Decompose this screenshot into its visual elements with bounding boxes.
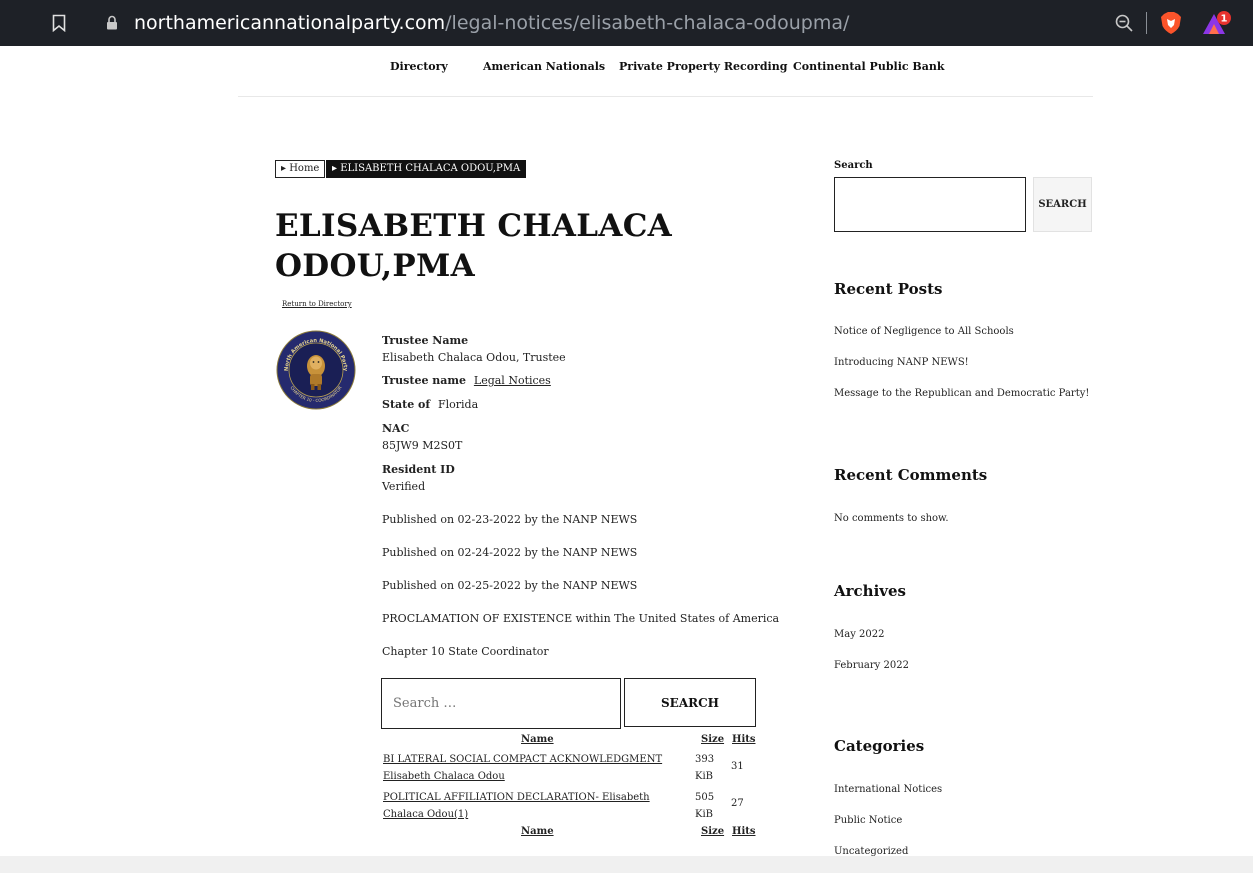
archives-heading: Archives: [834, 582, 906, 600]
address-bar[interactable]: northamericannationalparty.com/legal-not…: [134, 10, 849, 36]
file-size-2: 505 KiB: [695, 792, 715, 820]
file-hits-2: 27: [731, 798, 744, 809]
rewards-badge: 1: [1221, 14, 1228, 25]
bookmark-icon[interactable]: [52, 14, 66, 32]
browser-toolbar: northamericannationalparty.com/legal-not…: [0, 0, 1253, 46]
chapter-text: Chapter 10 State Coordinator: [382, 645, 549, 658]
table-footer-size[interactable]: Size: [701, 826, 724, 837]
page-title: ELISABETH CHALACA ODOU,PMA: [275, 208, 673, 284]
zoom-out-icon[interactable]: [1114, 13, 1134, 33]
nac-value: 85JW9 M2S0T: [382, 439, 463, 452]
trustee-name-label: Trustee Name: [382, 334, 469, 347]
table-header-name[interactable]: Name: [521, 734, 554, 745]
no-comments-text: No comments to show.: [834, 513, 949, 524]
table-header-size[interactable]: Size: [701, 734, 724, 745]
brave-rewards-icon[interactable]: 1: [1202, 10, 1232, 36]
table-header-hits[interactable]: Hits: [732, 734, 756, 745]
url-path: /legal-notices/elisabeth-chalaca-odoupma…: [445, 12, 850, 34]
recent-posts-heading: Recent Posts: [834, 280, 943, 298]
sidebar-search-input[interactable]: [834, 177, 1026, 232]
document-search-button[interactable]: SEARCH: [624, 678, 756, 727]
sidebar-search-button[interactable]: SEARCH: [1033, 177, 1092, 232]
table-footer-name[interactable]: Name: [521, 826, 554, 837]
return-to-directory-link[interactable]: Return to Directory: [282, 300, 352, 308]
file-link-1[interactable]: BI LATERAL SOCIAL COMPACT ACKNOWLEDGMENT…: [383, 751, 688, 785]
trustee-name2-label: Trustee name: [382, 374, 467, 387]
resident-id-value: Verified: [382, 480, 426, 493]
archive-may-2022[interactable]: May 2022: [834, 629, 884, 640]
recent-comments-heading: Recent Comments: [834, 466, 988, 484]
proclamation-text: PROCLAMATION OF EXISTENCE within The Uni…: [382, 612, 780, 625]
document-search-input[interactable]: [381, 678, 621, 729]
nav-continental-public-bank[interactable]: Continental Public Bank: [793, 60, 944, 73]
file-hits-1: 31: [731, 761, 744, 772]
archive-february-2022[interactable]: February 2022: [834, 660, 909, 671]
url-host: northamericannationalparty.com: [134, 12, 446, 34]
trustee-name-value: Elisabeth Chalaca Odou, Trustee: [382, 351, 566, 364]
recent-post-3[interactable]: Message to the Republican and Democratic…: [834, 388, 1089, 399]
state-row: State of Florida: [382, 398, 478, 411]
state-label: State of: [382, 398, 431, 411]
main-navigation: Directory American Nationals Private Pro…: [238, 52, 1093, 97]
trustee-name2-row: Trustee name Legal Notices: [382, 374, 551, 387]
category-international-notices[interactable]: International Notices: [834, 784, 942, 795]
state-value: Florida: [437, 398, 479, 411]
published-note-2: Published on 02-24-2022 by the NANP NEWS: [382, 546, 638, 559]
nac-label: NAC: [382, 422, 410, 435]
toolbar-separator: [1146, 12, 1147, 34]
party-seal-logo: North American National Party CHAPTER 10…: [276, 330, 356, 410]
resident-id-label: Resident ID: [382, 463, 455, 476]
breadcrumb-current: ▸ ELISABETH CHALACA ODOU,PMA: [326, 160, 527, 178]
published-note-1: Published on 02-23-2022 by the NANP NEWS: [382, 513, 638, 526]
lock-icon[interactable]: [106, 15, 118, 30]
legal-notices-link[interactable]: Legal Notices: [474, 374, 551, 387]
nav-private-property-recording[interactable]: Private Property Recording: [619, 60, 787, 73]
published-note-3: Published on 02-25-2022 by the NANP NEWS: [382, 579, 638, 592]
recent-post-2[interactable]: Introducing NANP NEWS!: [834, 357, 969, 368]
nav-american-nationals[interactable]: American Nationals: [483, 60, 605, 73]
category-public-notice[interactable]: Public Notice: [834, 815, 902, 826]
categories-heading: Categories: [834, 737, 925, 755]
file-size-1: 393 KiB: [695, 754, 715, 782]
table-footer-hits[interactable]: Hits: [732, 826, 756, 837]
breadcrumb-home[interactable]: ▸ Home: [275, 160, 326, 178]
file-link-2[interactable]: POLITICAL AFFILIATION DECLARATION- Elisa…: [383, 789, 688, 823]
recent-post-1[interactable]: Notice of Negligence to All Schools: [834, 326, 1014, 337]
nav-directory[interactable]: Directory: [390, 60, 448, 73]
brave-shield-icon[interactable]: [1160, 11, 1182, 35]
sidebar-search-label: Search: [834, 160, 873, 171]
page-bottom-strip: [0, 856, 1253, 873]
